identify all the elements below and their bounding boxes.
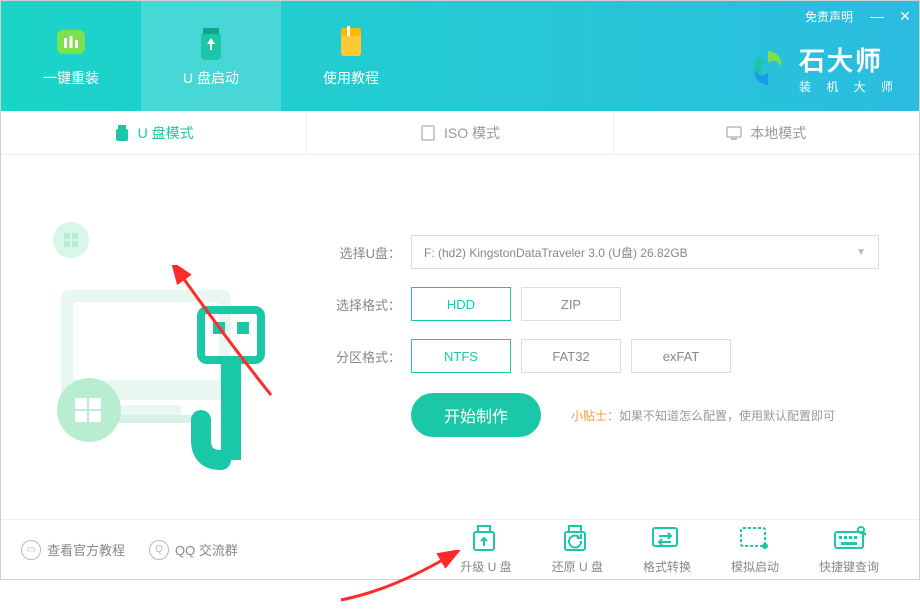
brand-subtitle: 装 机 大 师 — [799, 78, 899, 95]
footer-action-label: 快捷键查询 — [819, 558, 879, 575]
footer-action-label: 升级 U 盘 — [460, 558, 511, 575]
close-button[interactable]: ✕ — [891, 2, 919, 30]
footer-action-simulate[interactable]: 模拟启动 — [731, 524, 779, 575]
brand: 石大师 装 机 大 师 — [747, 41, 899, 95]
mode-tab-iso[interactable]: ISO 模式 — [307, 111, 613, 154]
format-option-zip[interactable]: ZIP — [521, 287, 621, 321]
minimize-button[interactable]: — — [863, 2, 891, 30]
mode-tab-local[interactable]: 本地模式 — [614, 111, 919, 154]
footer-action-label: 还原 U 盘 — [552, 558, 603, 575]
footer-link-qq[interactable]: Q QQ 交流群 — [149, 540, 238, 560]
qq-icon: Q — [149, 540, 169, 560]
format-options: HDD ZIP — [411, 287, 621, 321]
footer-action-label: 模拟启动 — [731, 558, 779, 575]
upgrade-usb-icon — [468, 524, 504, 554]
footer-action-hotkeys[interactable]: 快捷键查询 — [819, 524, 879, 575]
tip-body: 如果不知道怎么配置，使用默认配置即可 — [619, 409, 835, 423]
partition-options: NTFS FAT32 exFAT — [411, 339, 731, 373]
local-mode-icon — [726, 125, 742, 141]
convert-icon — [649, 524, 685, 554]
footer-action-convert[interactable]: 格式转换 — [643, 524, 691, 575]
disk-label: 选择U盘： — [321, 243, 401, 262]
footer-link-label: 查看官方教程 — [47, 540, 125, 559]
format-option-hdd[interactable]: HDD — [411, 287, 511, 321]
restore-usb-icon — [559, 524, 595, 554]
mode-tabs: U 盘模式 ISO 模式 本地模式 — [1, 111, 919, 155]
nav-tab-reinstall[interactable]: 一键重装 — [1, 1, 141, 111]
mode-tab-label: U 盘模式 — [138, 123, 194, 143]
disk-select[interactable]: F: (hd2) KingstonDataTraveler 3.0 (U盘) 2… — [411, 235, 879, 269]
book-icon: ▭ — [21, 540, 41, 560]
tip-label: 小贴士： — [571, 409, 619, 423]
footer-action-label: 格式转换 — [643, 558, 691, 575]
footer-links: ▭ 查看官方教程 Q QQ 交流群 — [21, 540, 238, 560]
disclaimer-link[interactable]: 免责声明 — [795, 8, 863, 25]
keyboard-icon — [831, 524, 867, 554]
partition-option-ntfs[interactable]: NTFS — [411, 339, 511, 373]
nav-tab-label: U 盘启动 — [183, 68, 239, 88]
footer-link-tutorial[interactable]: ▭ 查看官方教程 — [21, 540, 125, 560]
brand-title: 石大师 — [799, 41, 899, 78]
footer-action-restore[interactable]: 还原 U 盘 — [552, 524, 603, 575]
tip-text: 小贴士：如果不知道怎么配置，使用默认配置即可 — [571, 407, 835, 424]
reinstall-icon — [53, 24, 89, 60]
footer-actions: 升级 U 盘 还原 U 盘 格式转换 模拟启动 快捷键查询 — [460, 524, 879, 575]
partition-option-fat32[interactable]: FAT32 — [521, 339, 621, 373]
disk-select-value: F: (hd2) KingstonDataTraveler 3.0 (U盘) 2… — [424, 244, 688, 261]
format-label: 选择格式： — [321, 295, 401, 314]
usb-illustration — [31, 210, 291, 470]
mode-tab-label: ISO 模式 — [444, 123, 500, 143]
tutorial-icon — [333, 24, 369, 60]
app-header: 一键重装 U 盘启动 使用教程 免责声明 — ✕ 石大师 装 机 大 师 — [1, 1, 919, 111]
window-controls: 免责声明 — ✕ — [795, 1, 919, 31]
footer-link-label: QQ 交流群 — [175, 540, 238, 559]
nav-tabs: 一键重装 U 盘启动 使用教程 — [1, 1, 421, 111]
nav-tab-usb-boot[interactable]: U 盘启动 — [141, 1, 281, 111]
mode-tab-usb[interactable]: U 盘模式 — [1, 111, 307, 154]
partition-option-exfat[interactable]: exFAT — [631, 339, 731, 373]
footer-action-upgrade[interactable]: 升级 U 盘 — [460, 524, 511, 575]
form-area: 选择U盘： F: (hd2) KingstonDataTraveler 3.0 … — [321, 195, 879, 437]
iso-mode-icon — [420, 125, 436, 141]
nav-tab-label: 使用教程 — [323, 68, 379, 88]
main-panel: 选择U盘： F: (hd2) KingstonDataTraveler 3.0 … — [1, 155, 919, 521]
usb-mode-icon — [114, 125, 130, 141]
nav-tab-label: 一键重装 — [43, 68, 99, 88]
simulate-icon — [737, 524, 773, 554]
nav-tab-tutorial[interactable]: 使用教程 — [281, 1, 421, 111]
brand-logo-icon — [747, 47, 789, 89]
partition-label: 分区格式： — [321, 347, 401, 366]
usb-boot-icon — [193, 24, 229, 60]
mode-tab-label: 本地模式 — [750, 123, 806, 143]
footer: ▭ 查看官方教程 Q QQ 交流群 升级 U 盘 还原 U 盘 格式转换 模拟启… — [1, 519, 919, 579]
start-button[interactable]: 开始制作 — [411, 393, 541, 437]
